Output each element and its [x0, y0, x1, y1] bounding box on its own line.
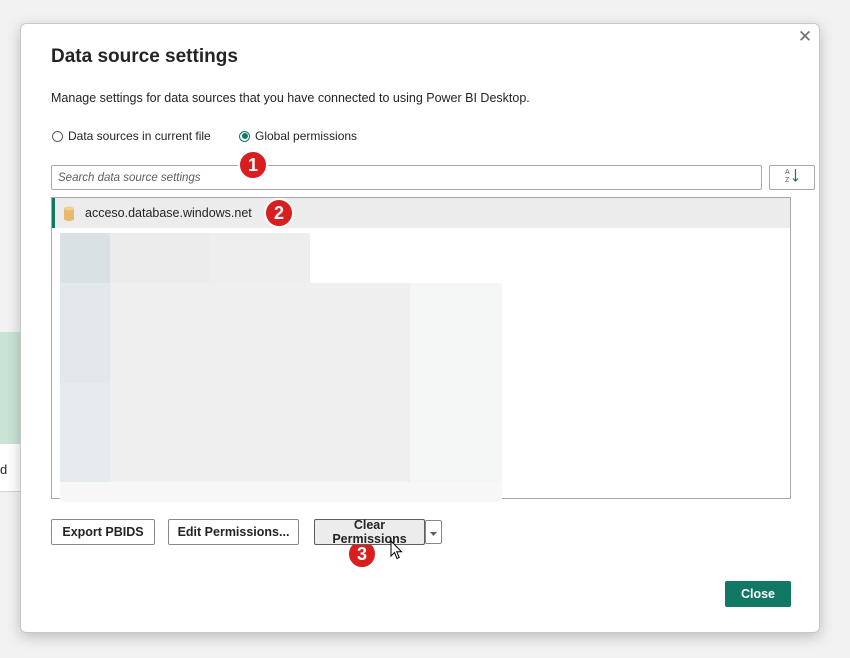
- dialog-title: Data source settings: [51, 46, 238, 67]
- clear-permissions-dropdown[interactable]: [425, 520, 442, 544]
- svg-text:Z: Z: [785, 177, 790, 183]
- data-source-settings-dialog: ✕ Data source settings Manage settings f…: [20, 23, 820, 633]
- sort-button[interactable]: A Z: [769, 165, 815, 190]
- background-green-block: [0, 332, 22, 444]
- radio-current-file[interactable]: Data sources in current file: [52, 129, 211, 143]
- radio-global-permissions-label: Global permissions: [255, 129, 358, 143]
- list-item-data-source[interactable]: acceso.database.windows.net: [52, 198, 790, 228]
- radio-current-file-indicator[interactable]: [52, 130, 63, 142]
- clear-permissions-button[interactable]: Clear Permissions: [314, 518, 425, 546]
- close-icon[interactable]: ✕: [796, 28, 814, 46]
- annotation-marker-2: 2: [264, 198, 294, 228]
- data-source-list[interactable]: acceso.database.windows.net: [51, 197, 791, 499]
- export-pbids-button[interactable]: Export PBIDS: [51, 519, 155, 545]
- radio-current-file-label: Data sources in current file: [68, 129, 211, 143]
- edit-permissions-button[interactable]: Edit Permissions...: [168, 519, 299, 545]
- radio-global-permissions[interactable]: Global permissions: [239, 129, 357, 143]
- redacted-block: [110, 283, 410, 483]
- sort-az-icon: A Z: [784, 167, 800, 188]
- chevron-down-icon: [430, 523, 437, 541]
- radio-global-permissions-indicator[interactable]: [239, 130, 250, 142]
- redacted-block: [410, 283, 502, 483]
- redacted-block: [210, 233, 310, 283]
- search-input[interactable]: [51, 165, 762, 190]
- redacted-block: [60, 482, 502, 502]
- database-icon: [63, 206, 75, 221]
- redacted-block: [60, 383, 110, 483]
- close-button[interactable]: Close: [725, 581, 791, 607]
- redacted-block: [60, 233, 110, 283]
- redacted-block: [60, 283, 110, 383]
- data-source-name: acceso.database.windows.net: [85, 206, 252, 220]
- redacted-block: [110, 233, 210, 283]
- svg-text:A: A: [785, 169, 790, 176]
- mouse-pointer-icon: [390, 539, 403, 565]
- annotation-marker-1: 1: [238, 150, 268, 180]
- dialog-description: Manage settings for data sources that yo…: [51, 91, 530, 105]
- background-edge-text: d: [0, 462, 8, 477]
